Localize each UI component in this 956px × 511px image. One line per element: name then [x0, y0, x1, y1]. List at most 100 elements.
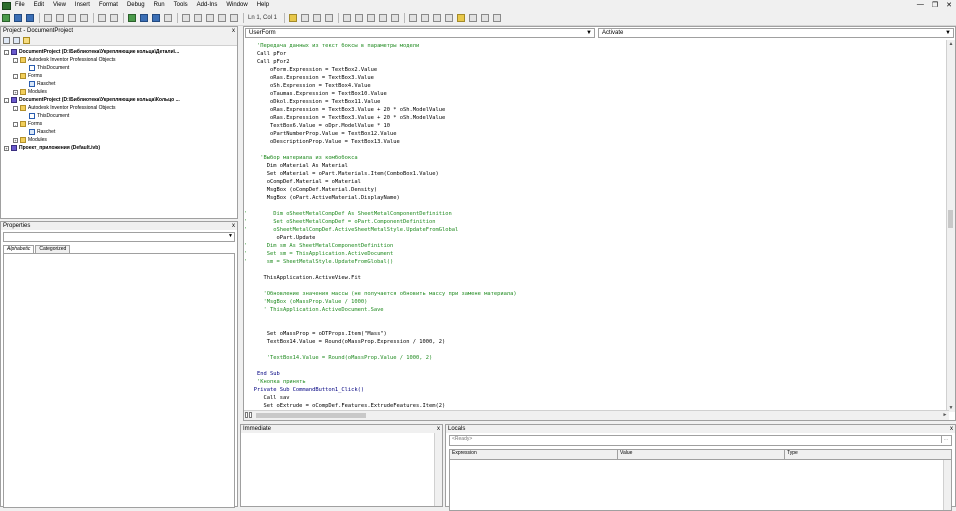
code-line[interactable]: oRas.Expression = TextBox3.Value — [244, 74, 374, 82]
help-icon[interactable] — [230, 14, 238, 22]
comment-block-icon[interactable] — [433, 14, 442, 22]
menu-view[interactable]: View — [53, 0, 66, 11]
code-line[interactable]: ' oSheetMetalCompDef.ActiveSheetMetalSty… — [244, 226, 458, 234]
code-line[interactable]: 'Выбор материала из комбобокса — [244, 154, 357, 162]
view-code-icon[interactable] — [3, 36, 10, 44]
object-combo[interactable]: UserForm ▼ — [245, 28, 595, 38]
code-line[interactable]: TextBox14.Value = Round(oMassProp.Expres… — [244, 338, 446, 346]
menu-edit[interactable]: Edit — [34, 0, 44, 11]
tree-item[interactable]: + Modules — [13, 88, 47, 96]
code-line[interactable]: 'Кнопка принять — [244, 378, 306, 386]
expand-toggle-icon[interactable]: - — [4, 97, 9, 103]
restore-icon[interactable]: ❐ — [932, 1, 938, 9]
properties-window-icon[interactable] — [194, 14, 202, 22]
clear-bookmarks-icon[interactable] — [493, 14, 502, 22]
run-icon[interactable] — [128, 14, 136, 22]
next-bookmark-icon[interactable] — [469, 14, 478, 22]
code-line[interactable]: oPart.Update — [244, 234, 315, 242]
scroll-thumb[interactable] — [948, 210, 953, 228]
tree-item[interactable]: - DocumentProject (D:\Библиотека\Укрепляю… — [4, 96, 180, 104]
code-line[interactable]: oPartNumberProp.Value = TextBox12.Value — [244, 130, 397, 138]
tree-item[interactable]: ThisDocument — [22, 112, 69, 120]
find-icon[interactable] — [80, 14, 88, 22]
call-stack-icon[interactable] — [391, 14, 400, 22]
code-line[interactable]: oCompDef.Material = oMaterial — [244, 178, 361, 186]
code-line[interactable]: 'Передача данных из текст боксы в параме… — [244, 42, 419, 50]
close-icon[interactable]: x — [950, 425, 953, 433]
toolbox-icon[interactable] — [218, 14, 226, 22]
expand-toggle-icon[interactable]: + — [4, 145, 9, 151]
code-line[interactable]: ' Set oSheetMetalCompDef = oPart.Compone… — [244, 218, 435, 226]
indent-icon[interactable] — [409, 14, 418, 22]
step-into-icon[interactable] — [301, 14, 310, 22]
menu-file[interactable]: File — [15, 0, 25, 11]
code-line[interactable]: MsgBox (oCompDef.Material.Density) — [244, 186, 377, 194]
toggle-folders-icon[interactable] — [23, 36, 30, 44]
code-line[interactable]: Set oExtrude = oCompDef.Features.Extrude… — [244, 402, 445, 410]
menu-format[interactable]: Format — [99, 0, 118, 11]
code-line[interactable]: Call sav — [244, 394, 289, 402]
close-icon[interactable]: x — [437, 425, 440, 433]
project-explorer-icon[interactable] — [182, 14, 190, 22]
tree-item[interactable]: + Проект_приложения (Default.ivb) — [4, 144, 100, 152]
chevron-down-icon[interactable]: ▼ — [228, 233, 233, 240]
break-icon[interactable] — [140, 14, 148, 22]
chevron-down-icon[interactable]: ▼ — [945, 29, 951, 37]
locals-scrollbar[interactable] — [943, 460, 951, 510]
close-icon[interactable]: x — [232, 222, 235, 230]
outdent-icon[interactable] — [421, 14, 430, 22]
menu-add-ins[interactable]: Add-Ins — [197, 0, 218, 11]
expand-toggle-icon[interactable]: - — [13, 73, 18, 79]
menu-window[interactable]: Window — [226, 0, 247, 11]
redo-icon[interactable] — [110, 14, 118, 22]
chevron-down-icon[interactable]: ▼ — [586, 29, 592, 37]
code-line[interactable]: MsgBox (oPart.ActiveMaterial.DisplayName… — [244, 194, 400, 202]
expand-toggle-icon[interactable]: - — [13, 121, 18, 127]
locals-window-icon[interactable] — [343, 14, 352, 22]
vba-app-icon[interactable] — [2, 1, 11, 10]
immediate-window-icon[interactable] — [355, 14, 364, 22]
paste-icon[interactable] — [68, 14, 76, 22]
step-over-icon[interactable] — [313, 14, 322, 22]
previous-bookmark-icon[interactable] — [481, 14, 490, 22]
tab-alphabetic[interactable]: Alphabetic — [3, 245, 35, 253]
expand-toggle-icon[interactable]: - — [13, 57, 18, 63]
code-line[interactable]: Dim oMaterial As Material — [244, 162, 348, 170]
properties-grid[interactable] — [3, 253, 235, 508]
tree-item[interactable]: Raschet — [22, 80, 55, 88]
code-line[interactable]: oTaumas.Expression = TextBox10.Value — [244, 90, 387, 98]
code-line[interactable]: ' Dim sm As SheetMetalComponentDefinitio… — [244, 242, 393, 250]
tab-categorized[interactable]: Categorized — [35, 245, 71, 253]
insert-userform-icon[interactable] — [14, 14, 22, 22]
procedure-view-icon[interactable] — [245, 412, 248, 418]
call-stack-button[interactable]: ... — [941, 436, 950, 443]
tree-item[interactable]: - DocumentProject (D:\Библиотека\Укрепляю… — [4, 48, 179, 56]
column-expression[interactable]: Expression — [450, 450, 618, 459]
code-line[interactable]: Call pFor2 — [244, 58, 289, 66]
menu-run[interactable]: Run — [154, 0, 165, 11]
code-line[interactable]: End Sub — [244, 370, 280, 378]
code-line[interactable]: 'Обновление значения массы (не получаетс… — [244, 290, 516, 298]
menu-help[interactable]: Help — [257, 0, 269, 11]
cut-icon[interactable] — [44, 14, 52, 22]
immediate-scrollbar[interactable] — [434, 433, 442, 506]
copy-icon[interactable] — [56, 14, 64, 22]
uncomment-block-icon[interactable] — [445, 14, 454, 22]
tree-item[interactable]: - Forms — [13, 120, 42, 128]
tree-item[interactable]: - Autodesk Inventor Professional Objects — [13, 56, 116, 64]
code-line[interactable]: ' sm = SheetMetalStyle.UpdateFromGlobal(… — [244, 258, 393, 266]
code-line[interactable]: ' ThisApplication.ActiveDocument.Save — [244, 306, 383, 314]
expand-toggle-icon[interactable]: + — [13, 89, 18, 95]
column-value[interactable]: Value — [618, 450, 785, 459]
tree-item[interactable]: Raschet — [22, 128, 55, 136]
toggle-breakpoint-icon[interactable] — [289, 14, 298, 22]
column-type[interactable]: Type — [785, 450, 951, 459]
code-line[interactable]: Call pFor — [244, 50, 286, 58]
code-line[interactable]: oRas.Expression = TextBox3.Value + 20 * … — [244, 114, 445, 122]
menu-debug[interactable]: Debug — [127, 0, 145, 11]
watch-window-icon[interactable] — [367, 14, 376, 22]
code-line[interactable]: TextBox6.Value = oDpr.ModelValue * 10 — [244, 122, 390, 130]
menu-insert[interactable]: Insert — [75, 0, 90, 11]
close-icon[interactable]: x — [232, 27, 235, 35]
object-browser-icon[interactable] — [206, 14, 214, 22]
